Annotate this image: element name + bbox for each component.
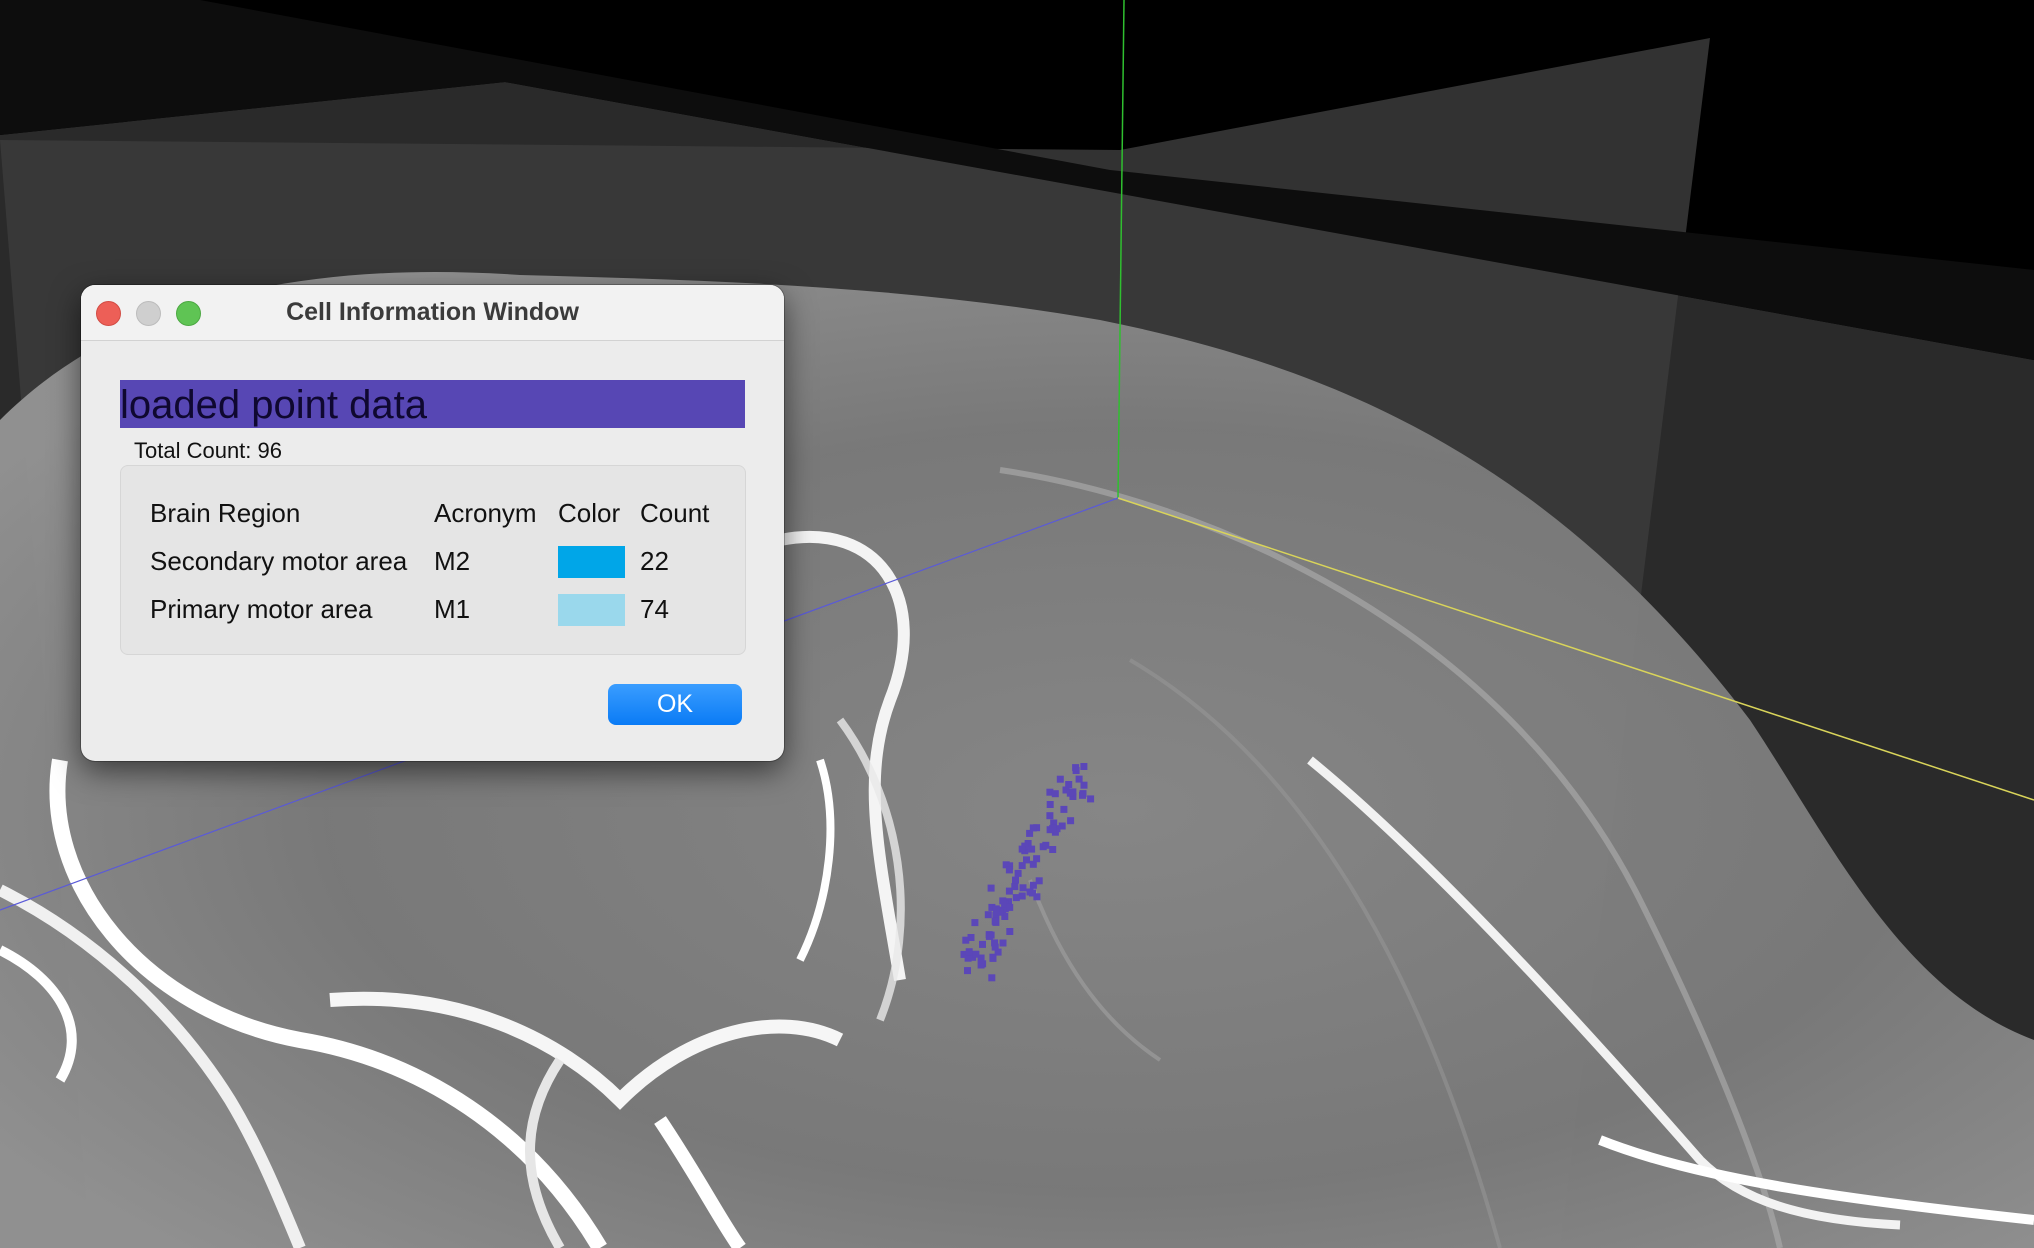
column-header-brain-region: Brain Region <box>150 498 301 528</box>
row-region: Secondary motor area <box>150 546 408 576</box>
column-header-acronym: Acronym <box>434 498 537 528</box>
cell-point <box>1026 888 1034 896</box>
cell-point <box>1046 812 1054 820</box>
cell-point <box>1014 869 1022 877</box>
cell-point <box>1087 795 1095 803</box>
cell-point <box>991 917 999 925</box>
column-header-color: Color <box>558 498 621 528</box>
cell-point <box>1049 824 1057 832</box>
ok-button[interactable]: OK <box>608 684 742 725</box>
window-title: Cell Information Window <box>286 298 579 326</box>
cell-point <box>1079 791 1086 799</box>
cell-point <box>1049 846 1057 853</box>
total-count: Total Count: 96 <box>134 438 282 463</box>
cell-point <box>1029 824 1037 832</box>
cell-point <box>965 948 973 956</box>
cell-point <box>1035 877 1043 885</box>
cell-point <box>1072 764 1080 772</box>
column-header-count: Count <box>640 498 710 528</box>
row-acronym: M1 <box>434 594 471 624</box>
cell-point <box>999 897 1007 905</box>
cell-point <box>985 932 993 940</box>
cell-point <box>1069 788 1077 796</box>
cell-point <box>1018 862 1026 870</box>
cell-point <box>994 948 1002 956</box>
row-count: 22 <box>640 546 669 576</box>
cell-point <box>987 884 995 892</box>
cell-point <box>988 974 996 982</box>
row-color-swatch <box>558 594 625 626</box>
cell-point <box>1012 894 1020 902</box>
cell-point <box>1019 884 1027 892</box>
row-count: 74 <box>640 594 669 624</box>
cell-information-window: Cell Information Window loaded point dat… <box>81 285 784 761</box>
cell-point <box>977 961 985 969</box>
cell-point <box>1051 790 1059 798</box>
cell-point <box>977 954 985 962</box>
cell-point <box>1042 841 1050 849</box>
cell-point <box>1005 866 1013 874</box>
cell-point <box>1028 845 1036 853</box>
row-region: Primary motor area <box>150 594 373 624</box>
cell-point <box>1080 763 1088 770</box>
cell-point <box>992 905 1000 913</box>
cell-point <box>1006 928 1014 935</box>
cell-point <box>979 940 986 948</box>
cell-point <box>1056 775 1064 783</box>
region-table: Brain Region Acronym Color Count Seconda… <box>120 465 746 655</box>
cell-point <box>1058 822 1066 830</box>
cell-point <box>1046 801 1054 808</box>
cell-point <box>971 919 979 927</box>
cell-point <box>1065 781 1073 788</box>
cell-point <box>984 911 992 919</box>
dataset-header: loaded point data <box>120 380 745 428</box>
cell-point <box>989 954 997 962</box>
window-titlebar[interactable]: Cell Information Window <box>81 285 784 341</box>
row-acronym: M2 <box>434 546 471 576</box>
cell-point <box>1012 876 1019 884</box>
cell-point <box>1075 775 1083 783</box>
cell-point <box>1006 903 1014 911</box>
cell-point <box>964 967 971 975</box>
cell-point <box>1018 845 1026 853</box>
cell-point <box>1011 883 1019 891</box>
cell-point <box>1033 855 1041 863</box>
cell-point <box>967 934 975 941</box>
cell-point <box>999 939 1007 947</box>
cell-point <box>1067 817 1075 825</box>
cell-point <box>1060 805 1068 813</box>
cell-point <box>1080 781 1088 789</box>
row-color-swatch <box>558 546 625 578</box>
